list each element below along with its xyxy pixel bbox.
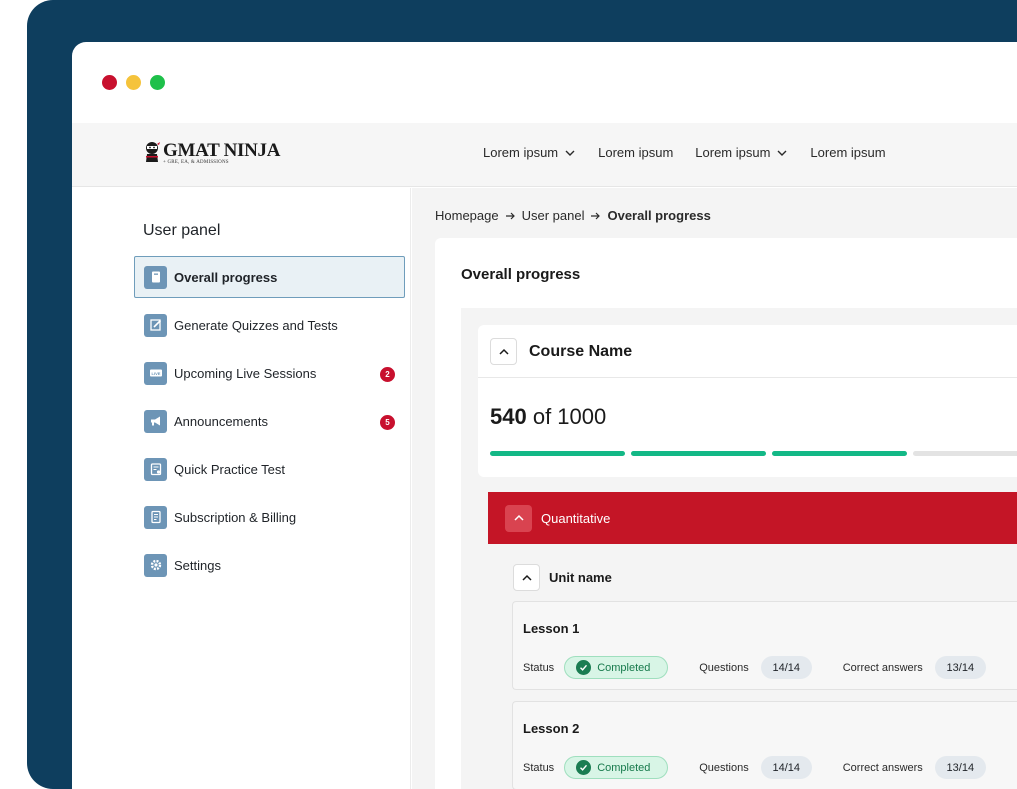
book-icon [144, 265, 167, 289]
questions-count: 14/14 [760, 656, 812, 679]
sidebar-title: User panel [143, 222, 221, 239]
sidebar-item-settings[interactable]: Settings [134, 544, 405, 586]
progress-bar [490, 451, 1017, 456]
sidebar-item-label: Quick Practice Test [174, 461, 286, 477]
questions-label: Questions [699, 661, 749, 674]
nav-item-3[interactable]: Lorem ipsum [695, 145, 788, 160]
course-summary: Course Name 540 of 1000 [478, 325, 1017, 477]
clipboard-icon [144, 457, 167, 481]
sidebar-menu: Overall progress Generate Quizzes and Te… [134, 256, 405, 592]
section-label: Quantitative [541, 510, 611, 526]
logo[interactable]: GMAT NINJA + GRE, EA, & ADMISSIONS [144, 141, 280, 166]
questions-label: Questions [699, 761, 749, 774]
sidebar-item-announcements[interactable]: Announcements 5 [134, 400, 405, 442]
breadcrumb-current: Overall progress [607, 208, 711, 223]
progress-segment [772, 451, 907, 456]
progress-segment [490, 451, 625, 456]
maximize-window-button[interactable] [150, 75, 165, 90]
nav-item-2[interactable]: Lorem ipsum [598, 145, 673, 160]
sidebar-item-live-sessions[interactable]: LIVE Upcoming Live Sessions 2 [134, 352, 405, 394]
course-panel: Course Name 540 of 1000 Quantitative Uni… [461, 308, 1017, 789]
breadcrumb: Homepage User panel Overall progress [435, 208, 711, 223]
correct-answers-count: 13/14 [934, 656, 986, 679]
section-collapse-button[interactable] [505, 504, 532, 532]
ninja-logo-icon [146, 142, 160, 162]
status-label: Status [523, 761, 555, 774]
page-title: Overall progress [461, 266, 581, 283]
top-navigation: GMAT NINJA + GRE, EA, & ADMISSIONS Lorem… [72, 123, 1017, 187]
arrow-right-icon [591, 212, 601, 219]
arrow-right-icon [505, 212, 515, 219]
sidebar-item-subscription[interactable]: Subscription & Billing [134, 496, 405, 538]
breadcrumb-user-panel[interactable]: User panel [522, 208, 585, 223]
close-window-button[interactable] [102, 75, 117, 90]
logo-subtitle: + GRE, EA, & ADMISSIONS [163, 160, 229, 165]
status-badge: Completed [564, 656, 669, 679]
sidebar-item-label: Announcements [174, 413, 268, 429]
logo-title: GMAT NINJA [163, 140, 281, 161]
lesson-card[interactable]: Lesson 1 Status Completed Questions 14/1… [512, 601, 1017, 690]
sidebar-item-label: Upcoming Live Sessions [174, 365, 317, 381]
nav-item-label: Lorem ipsum [598, 145, 674, 160]
correct-answers-label: Correct answers [842, 761, 923, 774]
check-circle-icon [576, 760, 592, 775]
status-text: Completed [597, 761, 651, 774]
minimize-window-button[interactable] [126, 75, 141, 90]
nav-menu: Lorem ipsum Lorem ipsum Lorem ipsum Lore… [483, 145, 886, 160]
divider [478, 377, 1017, 378]
unit-header: Unit name [513, 564, 612, 591]
browser-window: GMAT NINJA + GRE, EA, & ADMISSIONS Lorem… [72, 42, 1017, 789]
unit-name: Unit name [549, 570, 612, 585]
window-controls [102, 75, 165, 90]
edit-icon [144, 313, 167, 337]
sidebar: User panel Overall progress Generate Qui… [72, 188, 411, 789]
nav-item-label: Lorem ipsum [810, 145, 886, 160]
sidebar-item-label: Generate Quizzes and Tests [174, 317, 338, 333]
megaphone-icon [144, 409, 167, 433]
sidebar-item-generate-quizzes[interactable]: Generate Quizzes and Tests [134, 304, 405, 346]
lesson-title: Lesson 1 [523, 621, 580, 636]
sidebar-item-label: Overall progress [174, 269, 278, 285]
score-value: 540 [490, 404, 527, 429]
nav-item-label: Lorem ipsum [695, 145, 771, 160]
chevron-up-icon [513, 514, 524, 521]
progress-segment [913, 451, 1017, 456]
progress-card: Overall progress Course Name 540 of 1000 [435, 238, 1017, 789]
course-collapse-button[interactable] [490, 338, 517, 365]
chevron-down-icon [565, 150, 575, 156]
document-icon [144, 505, 167, 529]
course-name: Course Name [529, 342, 633, 360]
status-badge: Completed [564, 756, 669, 779]
section-header-quantitative[interactable]: Quantitative [488, 492, 1017, 544]
svg-text:LIVE: LIVE [151, 371, 160, 376]
nav-item-1[interactable]: Lorem ipsum [483, 145, 576, 160]
lesson-title: Lesson 2 [523, 721, 580, 736]
score-total: of 1000 [532, 404, 607, 429]
correct-answers-label: Correct answers [842, 661, 923, 674]
notification-badge: 2 [380, 367, 395, 382]
nav-item-4[interactable]: Lorem ipsum [810, 145, 885, 160]
live-icon: LIVE [144, 361, 167, 385]
chevron-up-icon [521, 574, 532, 581]
lesson-card[interactable]: Lesson 2 Status Completed Questions 14/1… [512, 701, 1017, 789]
breadcrumb-homepage[interactable]: Homepage [435, 208, 499, 223]
check-circle-icon [576, 660, 592, 675]
chevron-up-icon [498, 348, 509, 355]
sidebar-item-label: Subscription & Billing [174, 509, 297, 525]
status-label: Status [523, 661, 555, 674]
main-content: Homepage User panel Overall progress Ove… [412, 188, 1017, 789]
chevron-down-icon [777, 150, 787, 156]
correct-answers-count: 13/14 [934, 756, 986, 779]
progress-segment [631, 451, 766, 456]
questions-count: 14/14 [760, 756, 812, 779]
sidebar-item-label: Settings [174, 557, 221, 573]
notification-badge: 5 [380, 415, 395, 430]
gear-icon [144, 553, 167, 577]
status-text: Completed [597, 661, 651, 674]
sidebar-item-quick-practice[interactable]: Quick Practice Test [134, 448, 405, 490]
course-score: 540 of 1000 [490, 404, 606, 430]
nav-item-label: Lorem ipsum [483, 145, 559, 160]
sidebar-item-overall-progress[interactable]: Overall progress [134, 256, 405, 298]
unit-collapse-button[interactable] [513, 564, 540, 591]
